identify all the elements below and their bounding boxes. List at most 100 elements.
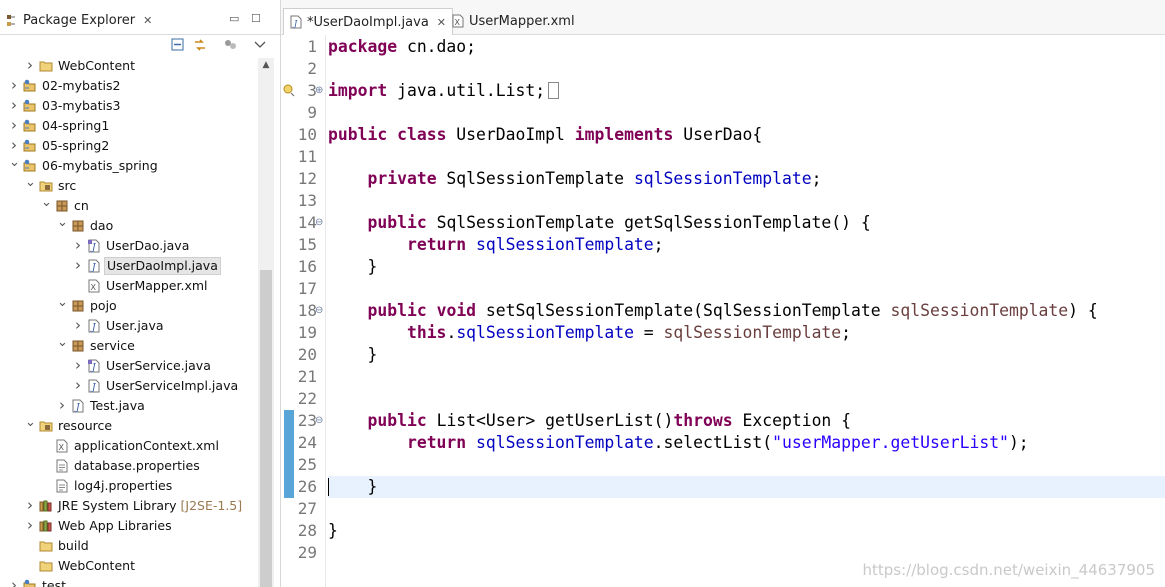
tree-item[interactable]: build [0,536,258,556]
code-token: SqlSessionTemplate getSqlSessionTemplate… [426,213,871,232]
chevron-right-icon[interactable]: › [73,316,83,336]
tree-item[interactable]: › J UserService.java [0,356,258,376]
text-caret [328,478,329,496]
chevron-down-icon[interactable]: ⌄ [57,296,68,316]
tree-item-label: 05-spring2 [42,138,110,153]
package-icon [71,299,85,313]
scrollbar-thumb[interactable] [260,270,272,587]
chevron-right-icon[interactable]: › [9,116,19,136]
tree-item-label: WebContent [58,58,135,73]
scroll-up-icon[interactable]: ▲ [258,60,274,70]
tree-item[interactable]: ⌄ pojo [0,296,258,316]
chevron-right-icon[interactable]: › [9,576,19,587]
chevron-right-icon[interactable]: › [73,356,83,376]
package-explorer-tab[interactable]: Package Explorer ✕ [0,7,161,34]
collapse-fold-icon[interactable]: ⊖ [315,300,323,322]
line-number: 18 [297,301,317,320]
tree-item[interactable]: › J UserDao.java [0,236,258,256]
tab-usermapper-xml[interactable]: X UserMapper.xml [446,8,581,34]
package-explorer-title: Package Explorer [23,13,136,28]
maximize-icon[interactable]: ☐ [251,12,261,25]
chevron-right-icon[interactable]: › [73,236,83,256]
chevron-down-icon[interactable]: ⌄ [57,336,68,356]
tree-item[interactable]: database.properties [0,456,258,476]
source-folder-icon [39,179,53,193]
code-token: } [328,477,378,496]
chevron-right-icon[interactable]: › [25,56,35,76]
tree-item-label: WebContent [58,558,135,573]
tree-item[interactable]: › 03-mybatis3 [0,96,258,116]
xml-file-icon: X [55,439,69,453]
chevron-right-icon[interactable]: › [9,96,19,116]
focus-on-task-icon[interactable] [223,38,237,52]
project-icon [23,99,37,113]
minimize-icon[interactable]: ▭ [229,12,239,25]
tree-item[interactable]: ⌄ resource [0,416,258,436]
code-line: } [328,344,377,366]
chevron-right-icon[interactable]: › [57,396,67,416]
tree-item[interactable]: › WebContent [0,56,258,76]
tree-item[interactable]: log4j.properties [0,476,258,496]
chevron-down-icon[interactable]: ⌄ [25,176,36,196]
tree-item-label: applicationContext.xml [74,438,219,453]
code-line: return sqlSessionTemplate; [328,234,664,256]
project-icon [23,79,37,93]
properties-file-icon [55,459,69,473]
line-number: 23 [297,411,317,430]
tree-item-label: build [58,538,89,553]
chevron-right-icon[interactable]: › [25,496,35,516]
tree-item[interactable]: X UserMapper.xml [0,276,258,296]
tree-item[interactable]: ⌄ cn [0,196,258,216]
code-line: } [328,256,377,278]
expand-fold-icon[interactable]: ⊕ [315,80,323,102]
tree-item[interactable]: WebContent [0,556,258,576]
tree-item[interactable]: › test [0,576,258,587]
link-with-editor-icon[interactable] [193,38,207,52]
tree-item[interactable]: › Web App Libraries [0,516,258,536]
project-icon [23,119,37,133]
tree-item[interactable]: › J User.java [0,316,258,336]
code-token: setSqlSessionTemplate(SqlSessionTemplate [476,301,891,320]
chevron-down-icon[interactable]: ⌄ [41,196,52,216]
chevron-down-icon[interactable]: ⌄ [9,156,20,176]
tree-item[interactable]: ⌄ src [0,176,258,196]
tree-item[interactable]: › J UserDaoImpl.java [0,256,258,276]
code-token: UserDaoImpl [446,125,575,144]
tree-item[interactable]: ⌄ dao [0,216,258,236]
line-number: 19 [297,323,317,342]
chevron-right-icon[interactable]: › [9,76,19,96]
chevron-right-icon[interactable]: › [73,376,83,396]
code-token: ; [811,169,822,188]
collapse-all-icon[interactable] [171,38,185,52]
code-token: return [406,433,467,452]
tree-item[interactable]: › J Test.java [0,396,258,416]
tree-item[interactable]: › 02-mybatis2 [0,76,258,96]
tree-item[interactable]: ⌄ service [0,336,258,356]
tree-item[interactable]: › 05-spring2 [0,136,258,156]
tab-userdaoimpl-java[interactable]: J *UserDaoImpl.java ✕ [283,8,454,35]
collapse-fold-icon[interactable]: ⊖ [315,212,323,234]
line-number: 24 [297,433,317,452]
chevron-down-icon[interactable]: ⌄ [25,416,36,436]
tree-item[interactable]: › 04-spring1 [0,116,258,136]
line-number: 9 [307,103,317,122]
java-file-icon: J [71,399,85,413]
tree-item[interactable]: › JRE System Library [J2SE-1.5] [0,496,258,516]
close-icon[interactable]: ✕ [143,14,152,27]
line-number: 10 [297,125,317,144]
chevron-down-icon[interactable]: ⌄ [57,216,68,236]
view-menu-icon[interactable] [253,38,267,52]
vertical-scrollbar[interactable]: ▲ [258,58,274,587]
tree-item[interactable]: › J UserServiceImpl.java [0,376,258,396]
collapse-fold-icon[interactable]: ⊖ [315,410,323,432]
chevron-right-icon[interactable]: › [9,136,19,156]
close-icon[interactable]: ✕ [437,16,446,29]
chevron-right-icon[interactable]: › [25,516,35,536]
folded-imports-marker[interactable] [548,82,560,99]
chevron-right-icon[interactable]: › [73,256,83,276]
tree-item[interactable]: ⌄ 06-mybatis_spring [0,156,258,176]
line-number: 22 [297,389,317,408]
svg-text:X: X [59,443,65,452]
tree-item[interactable]: XapplicationContext.xml [0,436,258,456]
